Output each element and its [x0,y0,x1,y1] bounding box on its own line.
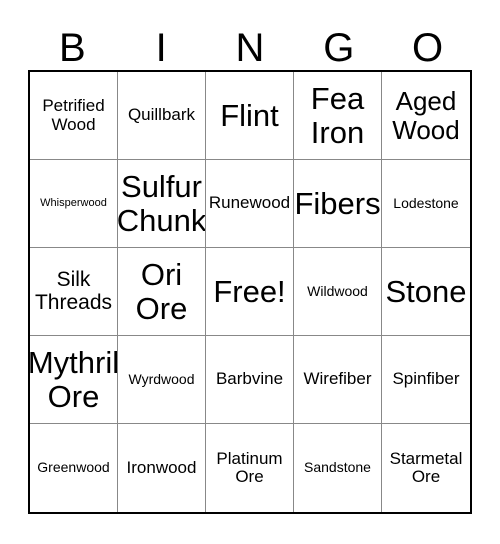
bingo-cell[interactable]: Starmetal Ore [382,424,470,512]
bingo-cell[interactable]: Barbvine [206,336,294,424]
bingo-header-letter-b: B [59,26,86,70]
bingo-cell[interactable]: Ori Ore [118,248,206,336]
bingo-cell[interactable]: Spinfiber [382,336,470,424]
bingo-grid: Petrified Wood Quillbark Flint Fea Iron Aged… [28,70,472,514]
bingo-cell[interactable]: Stone [382,248,470,336]
bingo-cell[interactable]: Silk Threads [30,248,118,336]
bingo-cell[interactable]: Mythril Ore [30,336,118,424]
bingo-card: B I N G O Petrified Wood Quillbark Flint Fe… [0,0,500,544]
bingo-cell[interactable]: Greenwood [30,424,118,512]
bingo-cell[interactable]: Runewood [206,160,294,248]
bingo-cell[interactable]: Wildwood [294,248,382,336]
bingo-header-letter-n: N [235,26,265,70]
bingo-cell[interactable]: Ironwood [118,424,206,512]
bingo-cell[interactable]: Sandstone [294,424,382,512]
bingo-cell[interactable]: Petrified Wood [30,72,118,160]
bingo-header-letter-o: O [412,26,444,70]
bingo-cell[interactable]: Aged Wood [382,72,470,160]
bingo-header-letter-i: I [155,26,167,70]
bingo-cell[interactable]: Platinum Ore [206,424,294,512]
bingo-cell[interactable]: Whisperwood [30,160,118,248]
bingo-cell[interactable]: Quillbark [118,72,206,160]
bingo-header-row: B I N G O [28,18,472,70]
bingo-cell[interactable]: Lodestone [382,160,470,248]
bingo-cell[interactable]: Free! [206,248,294,336]
bingo-cell[interactable]: Fibers [294,160,382,248]
bingo-header-letter-g: G [323,26,355,70]
bingo-cell[interactable]: Wyrdwood [118,336,206,424]
bingo-cell[interactable]: Flint [206,72,294,160]
bingo-cell[interactable]: Wirefiber [294,336,382,424]
bingo-cell[interactable]: Fea Iron [294,72,382,160]
bingo-cell[interactable]: Sulfur Chunk [118,160,206,248]
